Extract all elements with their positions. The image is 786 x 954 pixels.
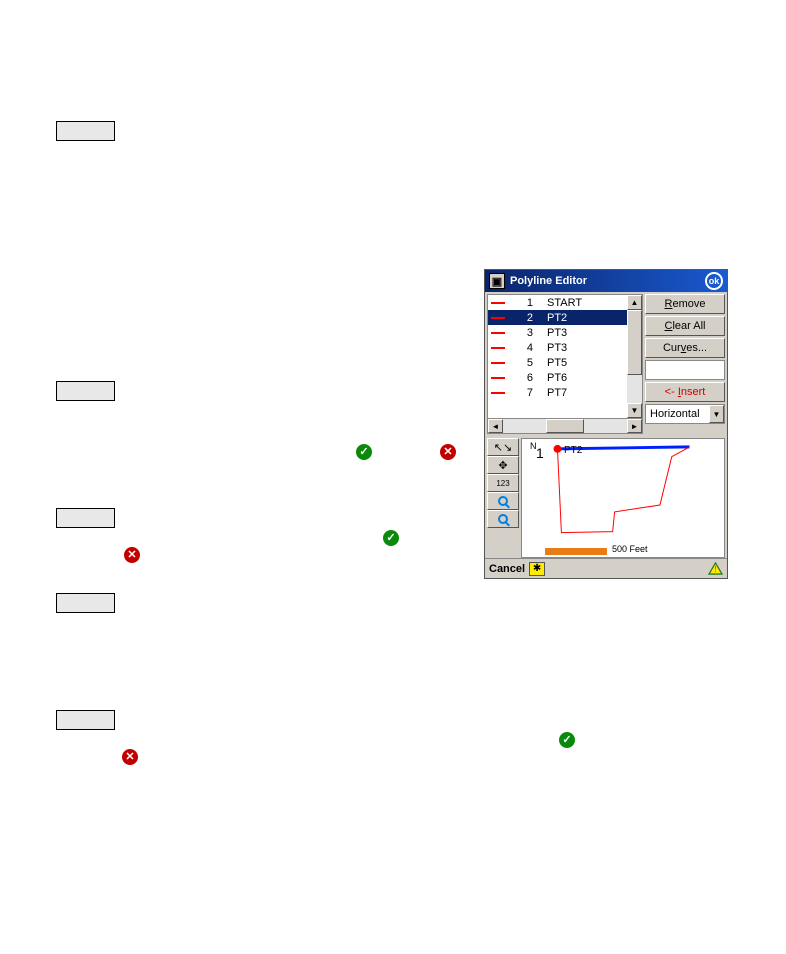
list-item[interactable]: 2PT2 [488,310,627,325]
status-bar: Cancel ✱ ! [485,558,727,578]
cross-icon: ✕ [124,547,140,563]
list-item[interactable]: 6PT6 [488,370,627,385]
scroll-right-icon[interactable]: ► [627,419,642,433]
remove-button[interactable]: Remove [645,294,725,314]
svg-text:!: ! [714,564,716,574]
list-item[interactable]: 1START [488,295,627,310]
polyline-preview[interactable]: N 1 PT2 500 Feet [521,438,725,558]
zoom-in-icon[interactable] [487,492,519,510]
doc-box [56,508,115,528]
cross-icon: ✕ [440,444,456,460]
curves-button[interactable]: Curves... [645,338,725,358]
warning-icon[interactable]: ! [707,562,723,576]
fit-view-icon[interactable]: ↖↘ [487,438,519,456]
projection-dropdown[interactable]: Horizontal ▼ [645,404,725,424]
check-icon: ✓ [383,530,399,546]
scroll-thumb[interactable] [627,310,642,375]
app-icon: ▣ [489,273,505,289]
center-view-icon[interactable]: ✥ [487,456,519,474]
blank-field[interactable] [645,360,725,380]
titlebar[interactable]: ▣ Polyline Editor ok [485,270,727,292]
chevron-down-icon[interactable]: ▼ [709,405,724,423]
dim-toggle-icon[interactable]: 123 [487,474,519,492]
scrollbar-vertical[interactable]: ▲ ▼ [627,295,642,418]
polyline-svg [522,439,724,557]
scroll-thumb[interactable] [546,419,583,433]
scroll-track[interactable] [627,310,642,403]
check-icon: ✓ [559,732,575,748]
scroll-track[interactable] [503,419,627,433]
scroll-up-icon[interactable]: ▲ [627,295,642,310]
list-item[interactable]: 4PT3 [488,340,627,355]
list-item[interactable]: 5PT5 [488,355,627,370]
dropdown-value: Horizontal [646,408,709,420]
check-icon: ✓ [356,444,372,460]
list-item[interactable]: 3PT3 [488,325,627,340]
zoom-out-icon[interactable] [487,510,519,528]
scroll-left-icon[interactable]: ◄ [488,419,503,433]
clear-all-button[interactable]: Clear All [645,316,725,336]
scrollbar-horizontal[interactable]: ◄ ► [487,419,643,434]
keyboard-icon[interactable]: ✱ [529,562,545,576]
doc-box [56,593,115,613]
doc-box [56,121,115,141]
window-title: Polyline Editor [510,275,705,287]
polyline-editor-window: ▣ Polyline Editor ok 1START 2PT2 3PT3 4P… [484,269,728,579]
list-item[interactable]: 7PT7 [488,385,627,400]
cross-icon: ✕ [122,749,138,765]
cancel-button[interactable]: Cancel [489,563,525,575]
point-label: PT2 [564,445,582,456]
scroll-down-icon[interactable]: ▼ [627,403,642,418]
scale-bar [545,546,607,553]
ok-button[interactable]: ok [705,272,723,290]
scale-label: 500 Feet [612,544,648,554]
insert-button[interactable]: <- Insert [645,382,725,402]
doc-box [56,710,115,730]
point-list[interactable]: 1START 2PT2 3PT3 4PT3 5PT5 6PT6 7PT7 ▲ ▼ [487,294,643,419]
doc-box [56,381,115,401]
